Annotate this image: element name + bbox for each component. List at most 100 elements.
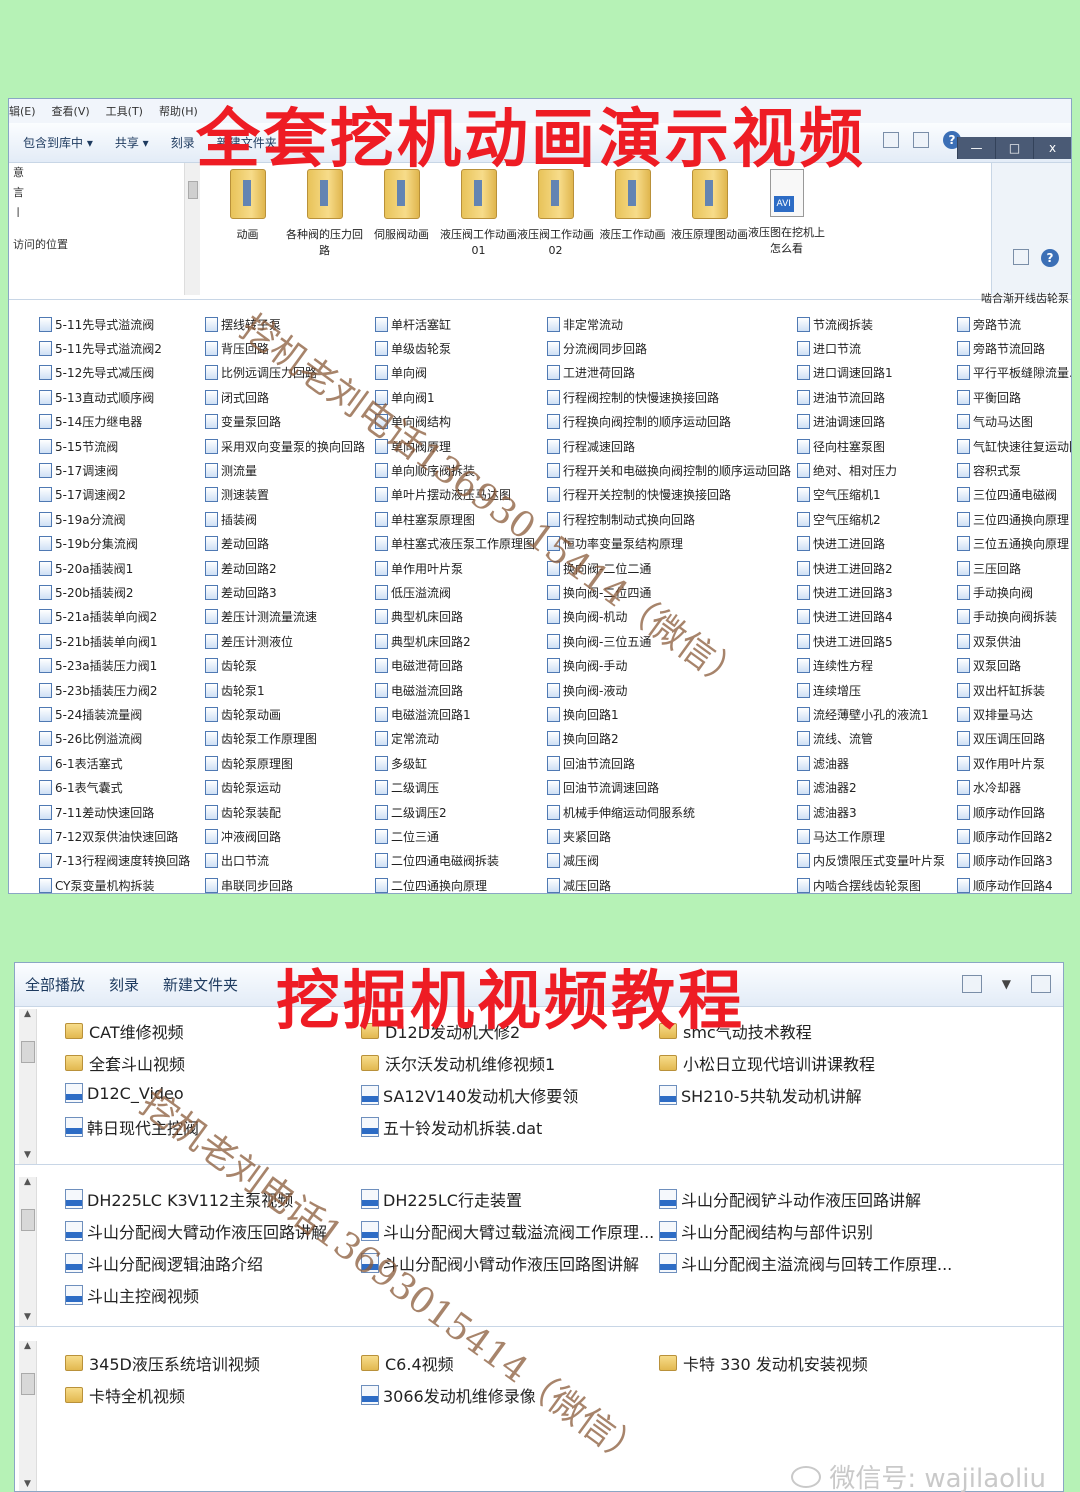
list-item[interactable]: 滤油器3 <box>797 800 945 824</box>
list-item[interactable]: 冲液阀回路 <box>205 824 365 848</box>
list-item[interactable]: 5-14压力继电器 <box>39 410 190 434</box>
nav-item[interactable]: ㅣ <box>13 203 184 223</box>
list-item[interactable]: DH225LC行走装置 <box>361 1187 522 1211</box>
nav-item-recent-places[interactable]: 访问的位置 <box>13 235 184 255</box>
list-item[interactable]: 齿轮泵装配 <box>205 800 365 824</box>
list-item[interactable]: 三位五通换向原理 <box>957 532 1071 556</box>
folder-item[interactable]: 伺服阀动画 <box>363 163 440 295</box>
list-item[interactable]: 单向阀 <box>375 361 535 385</box>
list-item[interactable]: 二位三通 <box>375 824 535 848</box>
list-item[interactable]: 5-23a插装压力阀1 <box>39 653 190 677</box>
menu-edit[interactable]: 辑(E) <box>9 103 36 119</box>
list-item[interactable]: 电磁溢流回路1 <box>375 702 535 726</box>
list-item[interactable]: 双作用叶片泵 <box>957 751 1071 775</box>
chevron-down-icon[interactable]: ▼ <box>1002 977 1011 991</box>
list-item[interactable]: 平衡回路 <box>957 385 1071 409</box>
list-item[interactable]: 进油节流回路 <box>797 385 945 409</box>
list-item[interactable]: C6.4视频 <box>361 1351 454 1375</box>
list-item[interactable]: 5-23b插装压力阀2 <box>39 678 190 702</box>
list-item[interactable]: 回油节流回路 <box>547 751 791 775</box>
list-item[interactable]: CAT维修视频 <box>65 1019 184 1043</box>
list-item[interactable]: 5-19b分集流阀 <box>39 532 190 556</box>
list-item[interactable]: 减压阀 <box>547 849 791 873</box>
list-item[interactable]: 斗山分配阀大臂过载溢流阀工作原理... <box>361 1219 654 1243</box>
folder-item[interactable]: 液压阀工作动画02 <box>517 163 594 295</box>
list-item[interactable]: 快进工进回路4 <box>797 605 945 629</box>
list-item[interactable]: 气动马达图 <box>957 410 1071 434</box>
list-item[interactable]: 5-11先导式溢流阀2 <box>39 336 190 360</box>
list-item[interactable]: 二级调压 <box>375 775 535 799</box>
list-item[interactable]: 7-12双泵供油快速回路 <box>39 824 190 848</box>
scroll-down-icon[interactable]: ▼ <box>19 1479 36 1491</box>
list-item[interactable]: 齿轮泵1 <box>205 678 365 702</box>
list-item[interactable]: 旁路节流回路 <box>957 336 1071 360</box>
list-item[interactable]: 非定常流动 <box>547 312 791 336</box>
list-item[interactable]: 连续性方程 <box>797 653 945 677</box>
list-item[interactable]: 全套斗山视频 <box>65 1051 185 1075</box>
menu-tools[interactable]: 工具(T) <box>106 103 143 119</box>
share-button[interactable]: 共享 ▾ <box>115 134 149 151</box>
scroll-up-icon[interactable]: ▲ <box>19 1177 36 1191</box>
list-item[interactable]: 电磁泄荷回路 <box>375 653 535 677</box>
list-item[interactable]: 斗山分配阀铲斗动作液压回路讲解 <box>659 1187 921 1211</box>
list-item[interactable]: 行程换向阀控制的顺序运动回路 <box>547 410 791 434</box>
list-item[interactable]: 斗山分配阀逻辑油路介绍 <box>65 1251 263 1275</box>
list-item[interactable]: 内啮合摆线齿轮泵图 <box>797 873 945 893</box>
list-item[interactable]: SA12V140发动机大修要领 <box>361 1083 578 1107</box>
list-item[interactable]: 斗山分配阀结构与部件识别 <box>659 1219 873 1243</box>
list-item[interactable]: 行程开关和电磁换向阀控制的顺序运动回路 <box>547 458 791 482</box>
list-item[interactable]: 双泵供油 <box>957 629 1071 653</box>
list-item[interactable]: 5-17调速阀 <box>39 458 190 482</box>
list-item[interactable]: 流线、流管 <box>797 727 945 751</box>
preview-pane-icon[interactable] <box>913 132 929 148</box>
scroll-up-icon[interactable]: ▲ <box>19 1009 36 1023</box>
list-item[interactable]: 换向回路2 <box>547 727 791 751</box>
list-item[interactable]: 电磁溢流回路 <box>375 678 535 702</box>
list-item[interactable]: 齿轮泵运动 <box>205 775 365 799</box>
list-item[interactable]: 测速装置 <box>205 483 365 507</box>
list-item[interactable]: 6-1表活塞式 <box>39 751 190 775</box>
list-item[interactable]: 多级缸 <box>375 751 535 775</box>
list-item[interactable]: 345D液压系统培训视频 <box>65 1351 260 1375</box>
list-item[interactable]: 绝对、相对压力 <box>797 458 945 482</box>
list-item[interactable]: 快进工进回路 <box>797 532 945 556</box>
list-item[interactable]: 行程减速回路 <box>547 434 791 458</box>
help-icon[interactable]: ? <box>1041 249 1059 267</box>
section-scrollbar[interactable]: ▲ ▼ <box>19 1341 37 1491</box>
list-item[interactable]: 5-20a插装阀1 <box>39 556 190 580</box>
list-item[interactable]: 测流量 <box>205 458 365 482</box>
folder-item[interactable]: 液压阀工作动画01 <box>440 163 517 295</box>
list-item[interactable]: 插装阀 <box>205 507 365 531</box>
list-item[interactable]: 斗山主控阀视频 <box>65 1283 199 1307</box>
list-item[interactable]: 进口调速回路1 <box>797 361 945 385</box>
list-item[interactable]: 快进工进回路2 <box>797 556 945 580</box>
list-item[interactable]: 流经薄壁小孔的液流1 <box>797 702 945 726</box>
preview-pane-icon[interactable] <box>1031 975 1051 993</box>
list-item[interactable]: 齿轮泵原理图 <box>205 751 365 775</box>
list-item[interactable]: 小松日立现代培训讲课教程 <box>659 1051 875 1075</box>
list-item[interactable]: 进油调速回路 <box>797 410 945 434</box>
scroll-thumb[interactable] <box>187 181 198 199</box>
folder-item[interactable]: 各种阀的压力回路 <box>286 163 363 295</box>
list-item[interactable]: 典型机床回路2 <box>375 629 535 653</box>
scroll-thumb[interactable] <box>20 1373 35 1395</box>
list-item[interactable]: 6-1表气囊式 <box>39 775 190 799</box>
section-scrollbar[interactable]: ▲ ▼ <box>19 1177 37 1326</box>
list-item[interactable]: 三位四通换向原理 <box>957 507 1071 531</box>
list-item[interactable]: 单级齿轮泵 <box>375 336 535 360</box>
list-item[interactable]: 出口节流 <box>205 849 365 873</box>
list-item[interactable]: 差压计测流量流速 <box>205 605 365 629</box>
list-item[interactable]: 差动回路 <box>205 532 365 556</box>
list-item[interactable]: 径向柱塞泵图 <box>797 434 945 458</box>
list-item[interactable]: 二级调压2 <box>375 800 535 824</box>
list-item[interactable]: 5-24插装流量阀 <box>39 702 190 726</box>
list-item[interactable]: 双出杆缸拆装 <box>957 678 1071 702</box>
list-item[interactable]: 5-12先导式减压阀 <box>39 361 190 385</box>
list-item[interactable]: 低压溢流阀 <box>375 580 535 604</box>
list-item[interactable]: 进口节流 <box>797 336 945 360</box>
list-item[interactable]: 换向阀-液动 <box>547 678 791 702</box>
list-item[interactable]: 顺序动作回路3 <box>957 849 1071 873</box>
list-item[interactable]: 双排量马达 <box>957 702 1071 726</box>
list-item[interactable]: 沃尔沃发动机维修视频1 <box>361 1051 555 1075</box>
list-item[interactable]: 节流阀拆装 <box>797 312 945 336</box>
